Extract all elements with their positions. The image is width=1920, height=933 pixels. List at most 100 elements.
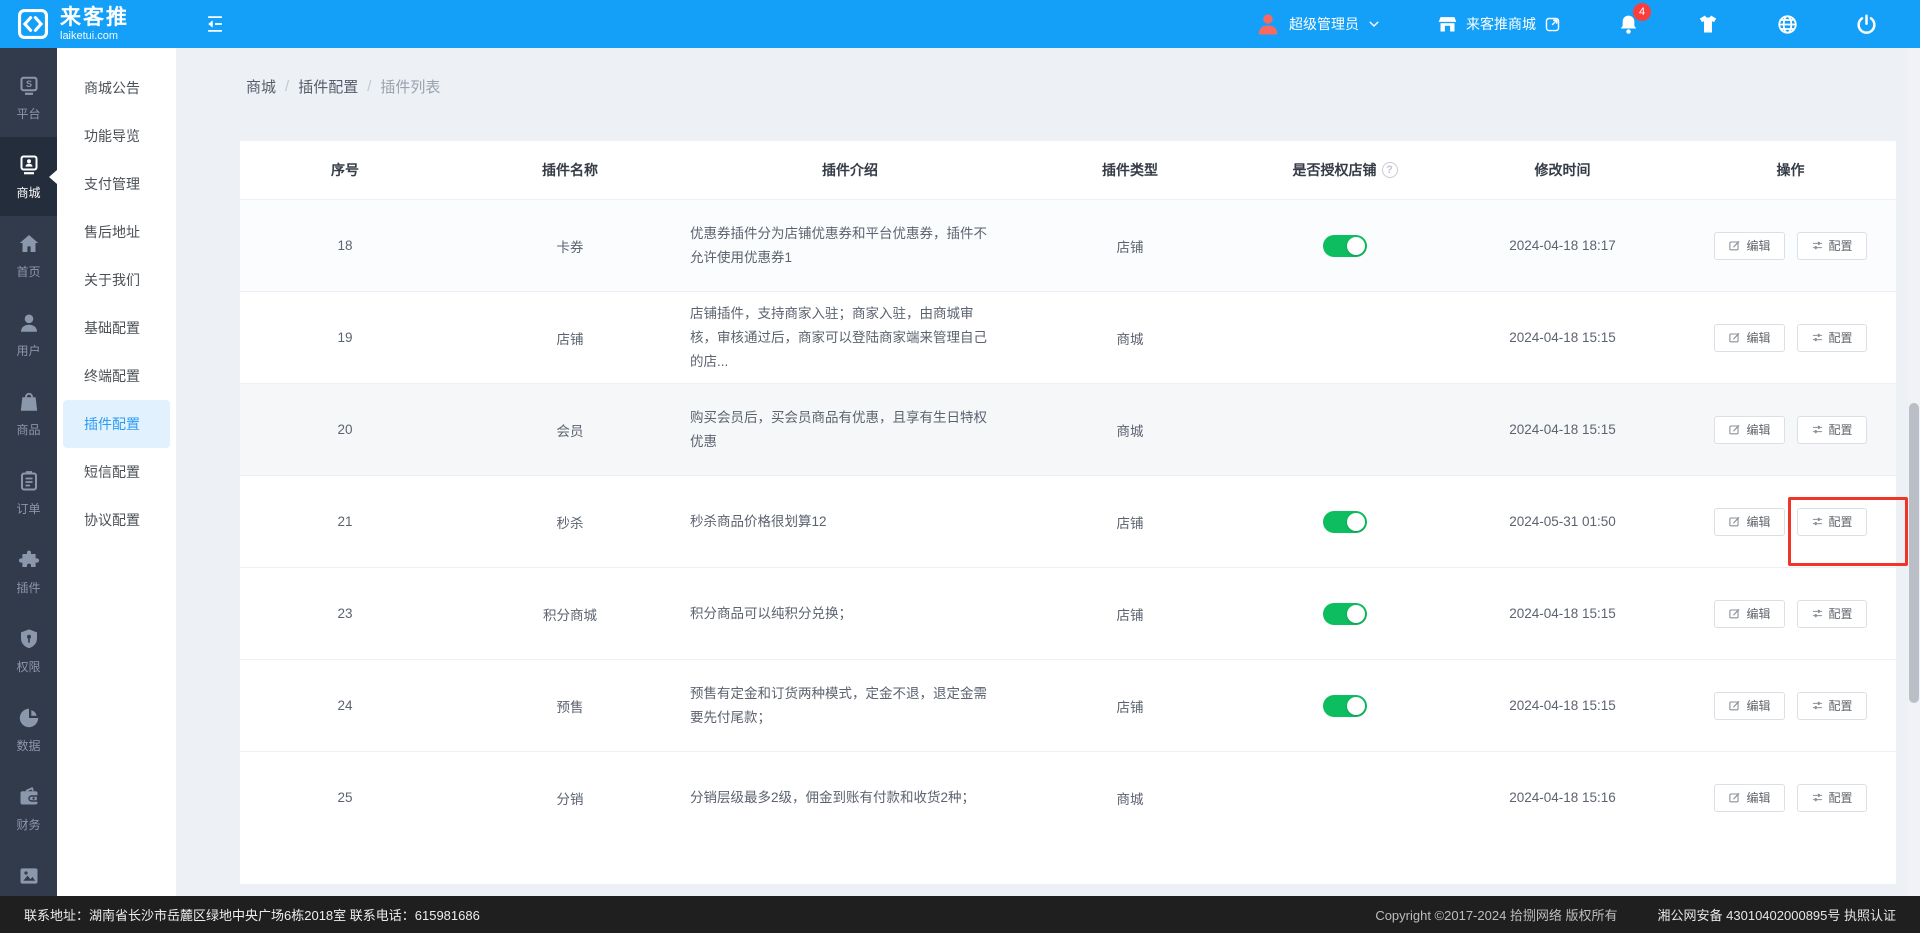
- edit-button[interactable]: 编辑: [1714, 416, 1784, 444]
- plugin-type-cell: 店铺: [1010, 236, 1250, 256]
- breadcrumb: 商城/插件配置/插件列表: [246, 76, 440, 97]
- sidebar-item-user[interactable]: 用户: [0, 295, 57, 374]
- secondary-sidebar: 商城公告功能导览支付管理售后地址关于我们基础配置终端配置插件配置短信配置协议配置: [57, 48, 176, 896]
- globe-language-icon[interactable]: [1776, 13, 1799, 36]
- sidebar-item-label: 首页: [16, 263, 40, 280]
- edit-button[interactable]: 编辑: [1714, 784, 1784, 812]
- perm-icon: [17, 627, 41, 651]
- submenu-item[interactable]: 售后地址: [57, 208, 176, 256]
- config-button[interactable]: 配置: [1797, 692, 1867, 720]
- actions-cell: 编辑配置: [1685, 324, 1896, 352]
- plugin-desc-cell: 店铺插件，支持商家入驻；商家入驻，由商城审核，审核通过后，商家可以登陆商家端来管…: [690, 302, 1010, 374]
- top-header: 来客推 laiketui.com 超级管理员: [0, 0, 1920, 48]
- plugin-desc-cell: 优惠券插件分为店铺优惠券和平台优惠券，插件不允许使用优惠券1: [690, 222, 1010, 270]
- edit-button[interactable]: 编辑: [1714, 600, 1784, 628]
- plugin-id-cell: 25: [240, 790, 450, 805]
- sidebar-item-finance[interactable]: 财务: [0, 769, 57, 848]
- notifications-button[interactable]: 4: [1617, 13, 1640, 36]
- submenu-item[interactable]: 协议配置: [57, 496, 176, 544]
- collapse-sidebar-icon[interactable]: [204, 13, 226, 35]
- help-icon[interactable]: ?: [1382, 162, 1398, 178]
- user-icon: [17, 311, 41, 335]
- edit-icon: [1728, 515, 1741, 528]
- sidebar-item-label: 财务: [16, 816, 40, 833]
- sidebar-item-material[interactable]: 素材: [0, 848, 57, 896]
- user-menu[interactable]: 超级管理员: [1255, 11, 1381, 37]
- logout-power-icon[interactable]: [1855, 13, 1878, 36]
- sidebar-item-label: 权限: [16, 658, 40, 675]
- store-front-link[interactable]: 来客推商城: [1437, 14, 1561, 35]
- config-button[interactable]: 配置: [1797, 416, 1867, 444]
- authorized-toggle[interactable]: [1323, 235, 1367, 257]
- table-body: 18卡券优惠券插件分为店铺优惠券和平台优惠券，插件不允许使用优惠券1店铺2024…: [240, 199, 1896, 843]
- submenu-item[interactable]: 短信配置: [57, 448, 176, 496]
- edit-button[interactable]: 编辑: [1714, 692, 1784, 720]
- plugin-desc-cell: 购买会员后，买会员商品有优惠，且享有生日特权优惠: [690, 406, 1010, 454]
- edit-button[interactable]: 编辑: [1714, 232, 1784, 260]
- breadcrumb-item[interactable]: 商城: [246, 76, 276, 97]
- config-icon: [1811, 423, 1824, 436]
- plugin-desc-cell: 积分商品可以纯积分兑换；: [690, 602, 1010, 626]
- plugin-name-cell: 卡券: [450, 236, 690, 256]
- svg-text:S: S: [25, 79, 31, 89]
- submenu-item[interactable]: 关于我们: [57, 256, 176, 304]
- plugin-icon: [17, 548, 41, 572]
- breadcrumb-item: 插件列表: [380, 76, 440, 97]
- config-button[interactable]: 配置: [1797, 232, 1867, 260]
- theme-tshirt-icon[interactable]: [1696, 12, 1720, 36]
- config-icon: [1811, 699, 1824, 712]
- edit-icon: [1728, 791, 1741, 804]
- sidebar-item-mall[interactable]: 商城: [0, 137, 57, 216]
- submenu-item[interactable]: 终端配置: [57, 352, 176, 400]
- table-row: 20会员购买会员后，买会员商品有优惠，且享有生日特权优惠商城2024-04-18…: [240, 383, 1896, 475]
- config-icon: [1811, 791, 1824, 804]
- store-link-label: 来客推商城: [1466, 14, 1536, 34]
- sidebar-item-data[interactable]: 数据: [0, 690, 57, 769]
- sidebar-item-goods[interactable]: 商品: [0, 374, 57, 453]
- authorized-cell: [1250, 695, 1440, 717]
- footer-copyright: Copyright ©2017-2024 拾捌网络 版权所有: [1375, 905, 1617, 924]
- scrollbar-thumb[interactable]: [1909, 403, 1919, 703]
- sidebar-item-home[interactable]: 首页: [0, 216, 57, 295]
- edit-button[interactable]: 编辑: [1714, 508, 1784, 536]
- column-header: 插件介绍: [690, 160, 1010, 180]
- submenu-item[interactable]: 功能导览: [57, 112, 176, 160]
- authorized-toggle[interactable]: [1323, 695, 1367, 717]
- plugin-type-cell: 商城: [1010, 420, 1250, 440]
- primary-sidebar: S平台商城首页用户商品订单插件权限数据财务素材: [0, 48, 57, 896]
- sidebar-item-order[interactable]: 订单: [0, 453, 57, 532]
- sidebar-item-label: 商城: [16, 184, 40, 201]
- edit-icon: [1728, 607, 1741, 620]
- plugin-name-cell: 分销: [450, 788, 690, 808]
- submenu-item[interactable]: 基础配置: [57, 304, 176, 352]
- plugin-id-cell: 24: [240, 698, 450, 713]
- platform-icon: S: [17, 74, 41, 98]
- config-button[interactable]: 配置: [1797, 324, 1867, 352]
- column-header-label: 操作: [1777, 160, 1805, 180]
- authorized-toggle[interactable]: [1323, 603, 1367, 625]
- scrollbar-track: [1908, 48, 1920, 896]
- breadcrumb-separator: /: [285, 78, 289, 95]
- sidebar-item-label: 用户: [16, 342, 40, 359]
- submenu-item[interactable]: 支付管理: [57, 160, 176, 208]
- column-header: 修改时间: [1440, 160, 1685, 180]
- submenu-item[interactable]: 插件配置: [63, 400, 170, 448]
- config-button[interactable]: 配置: [1797, 508, 1867, 536]
- config-button[interactable]: 配置: [1797, 600, 1867, 628]
- sidebar-item-label: 商品: [16, 421, 40, 438]
- edit-button[interactable]: 编辑: [1714, 324, 1784, 352]
- sidebar-item-plugin[interactable]: 插件: [0, 532, 57, 611]
- authorized-toggle[interactable]: [1323, 511, 1367, 533]
- config-button[interactable]: 配置: [1797, 784, 1867, 812]
- breadcrumb-item[interactable]: 插件配置: [298, 76, 358, 97]
- actions-cell: 编辑配置: [1685, 784, 1896, 812]
- main-content: 商城/插件配置/插件列表 序号插件名称插件介绍插件类型是否授权店铺?修改时间操作…: [176, 48, 1920, 896]
- submenu-item[interactable]: 商城公告: [57, 64, 176, 112]
- table-row: 24预售预售有定金和订货两种模式，定金不退，退定金需要先付尾款；店铺2024-0…: [240, 659, 1896, 751]
- logo-subtitle: laiketui.com: [60, 31, 129, 42]
- mall-icon: [17, 153, 41, 177]
- external-link-icon: [1544, 16, 1561, 33]
- sidebar-item-label: 订单: [16, 500, 40, 517]
- sidebar-item-perm[interactable]: 权限: [0, 611, 57, 690]
- sidebar-item-platform[interactable]: S平台: [0, 58, 57, 137]
